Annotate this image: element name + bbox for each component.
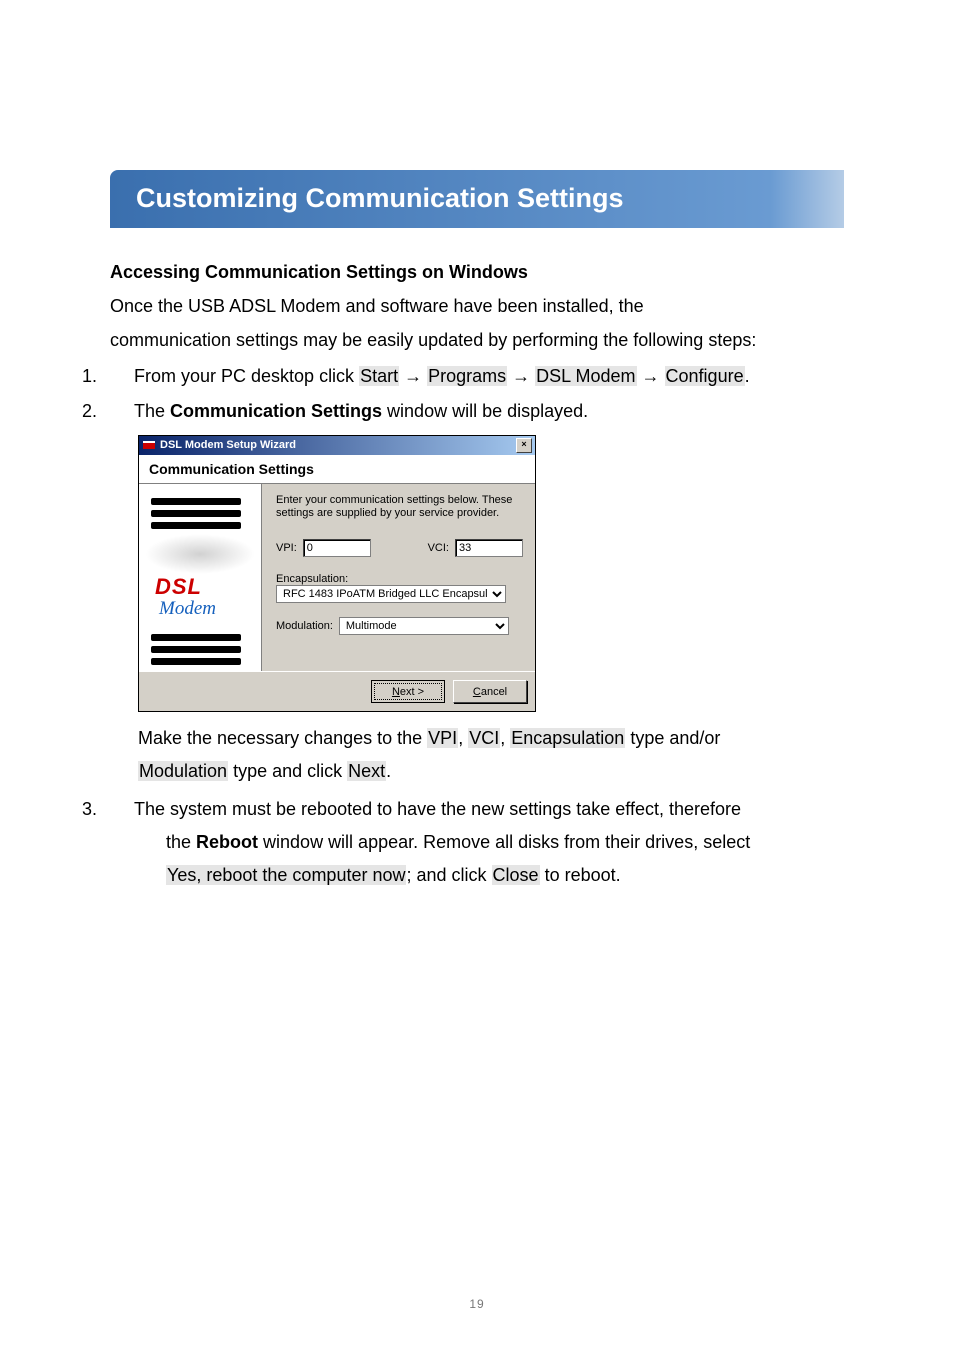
dialog-side-graphic: DSL Modem [139,484,262,672]
step-1: 1.From your PC desktop click Start → Pro… [110,360,844,393]
encapsulation-select[interactable]: RFC 1483 IPoATM Bridged LLC Encapsulatio… [276,585,506,603]
step-2-followup: Make the necessary changes to the VPI, V… [138,722,844,789]
followup-period: . [386,761,391,781]
path-dsl-modem: DSL Modem [535,366,636,386]
step-2-bold: Communication Settings [170,401,382,421]
brand-dsl: DSL [155,574,202,600]
step-1-number: 1. [110,360,134,393]
comma-1: , [458,728,468,748]
arrow-1: → [399,366,427,386]
hl-modulation: Modulation [138,761,228,781]
step-2-lead: The [134,401,170,421]
path-configure: Configure [665,366,745,386]
hl-next: Next [347,761,386,781]
step-2: 2.The Communication Settings window will… [110,395,844,428]
step-3-line2a: the [166,832,196,852]
intro-line-1: Once the USB ADSL Modem and software hav… [110,291,844,323]
cancel-button-rest: ancel [481,686,507,698]
cancel-button-accel: C [473,686,481,698]
vpi-label: VPI: [276,542,297,554]
app-icon [142,438,156,452]
step-1-period: . [745,366,750,386]
modulation-select[interactable]: Multimode [339,617,509,635]
comma-2: , [500,728,510,748]
vci-input[interactable] [455,539,523,557]
mid-text-2: type and click [228,761,347,781]
vci-label: VCI: [428,542,449,554]
dialog-subtitle: Communication Settings [139,455,535,484]
vpi-input[interactable] [303,539,371,557]
step-2-rest: window will be displayed. [382,401,588,421]
step-3-line3a: ; and click [406,865,491,885]
dialog-intro-text: Enter your communication settings below.… [276,494,523,522]
step-3-bold: Reboot [196,832,258,852]
arrow-3: → [637,366,665,386]
arrow-2: → [507,366,535,386]
hl-close: Close [492,865,540,885]
path-start: Start [359,366,399,386]
section-banner: Customizing Communication Settings [110,170,844,228]
hl-encapsulation: Encapsulation [510,728,625,748]
step-1-lead: From your PC desktop click [134,366,359,386]
path-programs: Programs [427,366,507,386]
next-button[interactable]: Next > [371,680,445,703]
hl-vpi: VPI [427,728,458,748]
encapsulation-label: Encapsulation: [276,573,348,585]
subsection-heading: Accessing Communication Settings on Wind… [110,262,844,283]
mid-text-1: type and/or [625,728,720,748]
hl-yes-reboot: Yes, reboot the computer now [166,865,406,885]
dialog-screenshot: DSL Modem Setup Wizard × Communication S… [138,435,844,713]
intro-line-2: communication settings may be easily upd… [110,325,844,357]
step-3-line1: The system must be rebooted to have the … [134,799,741,819]
close-icon[interactable]: × [516,438,532,453]
dsl-modem-setup-wizard-dialog: DSL Modem Setup Wizard × Communication S… [138,435,536,713]
dialog-titlebar: DSL Modem Setup Wizard × [139,436,535,455]
next-button-rest: ext > [400,686,424,698]
cancel-button[interactable]: Cancel [453,680,527,703]
followup-lead: Make the necessary changes to the [138,728,427,748]
step-3-number: 3. [110,793,134,826]
step-3-line2b: window will appear. Remove all disks fro… [258,832,750,852]
step-3: 3.The system must be rebooted to have th… [110,793,844,893]
dialog-title: DSL Modem Setup Wizard [160,439,296,451]
hl-vci: VCI [468,728,500,748]
next-button-accel: N [392,686,400,698]
brand-modem: Modem [159,598,216,620]
page-number: 19 [0,1297,954,1311]
modulation-label: Modulation: [276,620,333,632]
step-3-line3b: to reboot. [540,865,621,885]
step-2-number: 2. [110,395,134,428]
